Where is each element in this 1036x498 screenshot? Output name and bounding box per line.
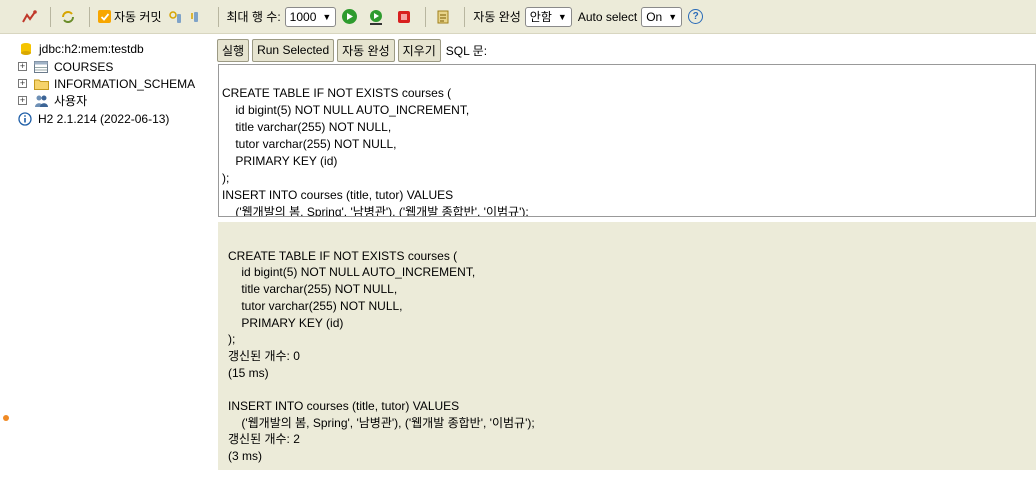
separator — [217, 6, 219, 27]
connection-label: jdbc:h2:mem:testdb — [39, 41, 144, 56]
toolbar: 자동 커밋 최대 행 수: 1000 ▼ 자동 완성 안함 ▼ Auto sel… — [0, 0, 1036, 34]
run-selected-icon[interactable] — [367, 8, 385, 26]
result-line: ('웹개발의 봄, Spring', '남병관'), ('웹개발 종합반', '… — [228, 415, 535, 430]
version-label: H2 2.1.214 (2022-06-13) — [38, 111, 170, 126]
tree-item-label: COURSES — [54, 59, 114, 74]
separator — [50, 6, 51, 27]
expand-icon[interactable]: + — [18, 62, 27, 71]
rollback-icon[interactable] — [188, 8, 206, 26]
editor-line: ); — [222, 171, 230, 185]
separator — [425, 6, 427, 27]
autoselect-select[interactable]: On ▼ — [641, 6, 683, 27]
max-rows-select[interactable]: 1000 ▼ — [284, 6, 337, 27]
separator — [464, 6, 466, 27]
max-rows-value: 1000 — [289, 9, 317, 24]
refresh-icon[interactable] — [59, 8, 77, 26]
database-icon — [18, 42, 34, 56]
autocomplete-select[interactable]: 안함 ▼ — [524, 6, 572, 27]
tree-connection[interactable]: jdbc:h2:mem:testdb — [18, 40, 214, 57]
autocomplete-button[interactable]: 자동 완성 — [337, 38, 395, 62]
chevron-down-icon: ▼ — [668, 11, 678, 22]
disconnect-icon[interactable] — [20, 8, 38, 26]
run-selected-button[interactable]: Run Selected — [252, 38, 335, 62]
result-line: INSERT INTO courses (title, tutor) VALUE… — [228, 399, 460, 414]
commit-icon[interactable] — [166, 8, 184, 26]
chevron-down-icon: ▼ — [322, 11, 332, 22]
schema-tree: jdbc:h2:mem:testdb + COURSES + INFORMATI… — [18, 40, 214, 127]
tree-version: H2 2.1.214 (2022-06-13) — [18, 110, 214, 127]
result-line: PRIMARY KEY (id) — [228, 315, 344, 330]
result-line: title varchar(255) NOT NULL, — [228, 282, 398, 297]
result-line: id bigint(5) NOT NULL AUTO_INCREMENT, — [228, 265, 476, 280]
max-rows-label: 최대 행 수: — [226, 10, 281, 24]
sql-editor[interactable]: CREATE TABLE IF NOT EXISTS courses ( id … — [218, 64, 1036, 217]
autoselect-value: On — [646, 9, 663, 24]
sql-label: SQL 문: — [445, 43, 488, 58]
orange-dot — [3, 415, 9, 421]
autocommit-checkbox[interactable] — [98, 10, 111, 23]
result-line — [228, 381, 1026, 398]
tree-item-courses[interactable]: + COURSES — [18, 58, 214, 75]
tree-item-information-schema[interactable]: + INFORMATION_SCHEMA — [18, 75, 214, 92]
history-icon[interactable] — [434, 8, 452, 26]
folder-icon — [33, 77, 49, 91]
stop-icon[interactable] — [395, 8, 413, 26]
editor-line: INSERT INTO courses (title, tutor) VALUE… — [222, 188, 454, 202]
users-icon — [33, 94, 49, 108]
query-panel: 실행 Run Selected 자동 완성 지우기 SQL 문: CREATE … — [217, 34, 1036, 470]
tree-item-label: 사용자 — [54, 94, 88, 108]
run-icon[interactable] — [342, 9, 358, 24]
tree-item-users[interactable]: + 사용자 — [18, 92, 214, 109]
autocomplete-value: 안함 — [529, 10, 552, 24]
help-icon[interactable]: ? — [688, 9, 704, 24]
expand-icon[interactable]: + — [18, 96, 27, 105]
result-line: (15 ms) — [228, 365, 269, 380]
clear-button[interactable]: 지우기 — [397, 38, 441, 62]
tree-item-label: INFORMATION_SCHEMA — [54, 76, 196, 91]
editor-line: PRIMARY KEY (id) — [222, 154, 338, 168]
autoselect-label: Auto select — [577, 9, 638, 24]
editor-line: tutor varchar(255) NOT NULL, — [222, 137, 397, 151]
result-line: 갱신된 개수: 0 — [228, 348, 300, 363]
result-line: tutor varchar(255) NOT NULL, — [228, 298, 403, 313]
expand-icon[interactable]: + — [18, 79, 27, 88]
result-line: 갱신된 개수: 2 — [228, 432, 300, 447]
separator — [89, 6, 90, 27]
result-panel: CREATE TABLE IF NOT EXISTS courses ( id … — [218, 222, 1036, 470]
run-button[interactable]: 실행 — [217, 38, 250, 62]
result-line: ); — [228, 332, 236, 347]
chevron-down-icon: ▼ — [557, 11, 567, 22]
table-icon — [33, 60, 49, 74]
result-line: (3 ms) — [228, 449, 262, 464]
editor-line: title varchar(255) NOT NULL, — [222, 120, 392, 134]
query-button-bar: 실행 Run Selected 자동 완성 지우기 SQL 문: — [217, 38, 487, 62]
info-icon — [17, 111, 33, 126]
editor-line: id bigint(5) NOT NULL AUTO_INCREMENT, — [222, 103, 470, 117]
autocomplete-label: 자동 완성 — [473, 10, 521, 24]
editor-line: ('웹개발의 봄, Spring', '남병관'), ('웹개발 종합반', '… — [222, 205, 529, 217]
editor-line: CREATE TABLE IF NOT EXISTS courses ( — [222, 86, 452, 100]
autocommit-label: 자동 커밋 — [114, 10, 162, 24]
result-line: CREATE TABLE IF NOT EXISTS courses ( — [228, 248, 458, 263]
